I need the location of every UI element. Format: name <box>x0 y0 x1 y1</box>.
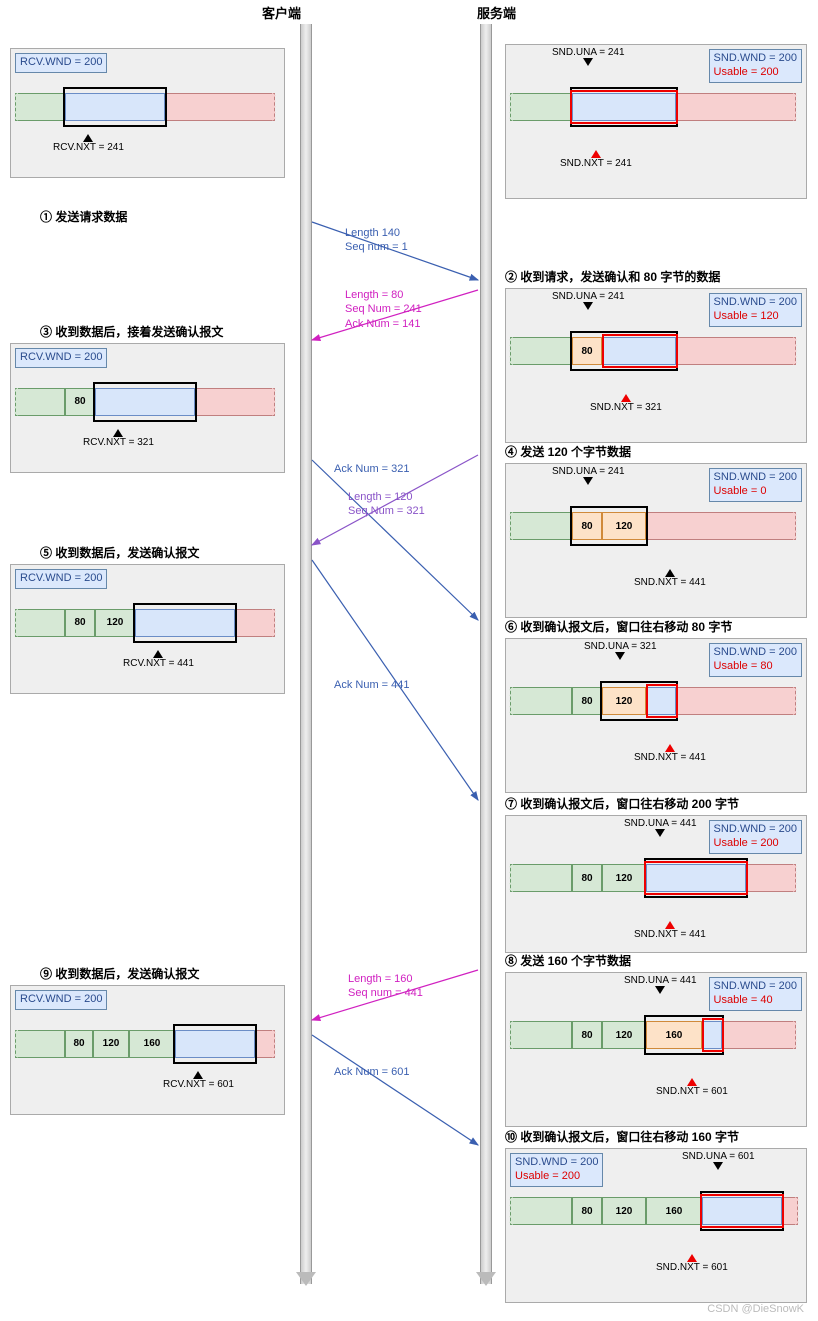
client-panel-0: RCV.WND = 200 RCV.NXT = 241 <box>10 48 285 178</box>
header-client: 客户端 <box>262 3 301 22</box>
step-8: ⑧ 发送 160 个字节数据 <box>505 952 631 969</box>
timeline-server <box>480 24 492 1284</box>
client-panel-3: RCV.WND = 200 80 RCV.NXT = 321 <box>10 343 285 473</box>
rcv-wnd-badge: RCV.WND = 200 <box>15 53 107 73</box>
step-4: ④ 发送 120 个字节数据 <box>505 443 631 460</box>
timeline-client <box>300 24 312 1284</box>
step-10: ⑩ 收到确认报文后，窗口往右移动 160 字节 <box>505 1128 739 1145</box>
diagram-canvas: 客户端 服务端 Length 140Seq num = 1 Length = 8… <box>0 0 818 1321</box>
step-3: ③ 收到数据后，接着发送确认报文 <box>40 323 223 340</box>
server-panel-10: SND.WND = 200Usable = 200 SND.UNA = 601 … <box>505 1148 807 1303</box>
server-panel-6: SND.UNA = 321 SND.WND = 200Usable = 80 8… <box>505 638 807 793</box>
step-5: ⑤ 收到数据后，发送确认报文 <box>40 544 199 561</box>
server-panel-7: SND.UNA = 441 SND.WND = 200Usable = 200 … <box>505 815 807 953</box>
server-panel-0: SND.UNA = 241 SND.WND = 200Usable = 200 … <box>505 44 807 199</box>
server-panel-2: SND.UNA = 241 SND.WND = 200Usable = 120 … <box>505 288 807 443</box>
msg3: Ack Num = 321 <box>334 462 410 476</box>
step-2: ② 收到请求，发送确认和 80 字节的数据 <box>505 268 720 285</box>
client-panel-9: RCV.WND = 200 80 120 160 RCV.NXT = 601 <box>10 985 285 1115</box>
client-panel-5: RCV.WND = 200 80 120 RCV.NXT = 441 <box>10 564 285 694</box>
server-panel-8: SND.UNA = 441 SND.WND = 200Usable = 40 8… <box>505 972 807 1127</box>
step-7: ⑦ 收到确认报文后，窗口往右移动 200 字节 <box>505 795 739 812</box>
server-panel-4: SND.UNA = 241 SND.WND = 200Usable = 0 80… <box>505 463 807 618</box>
msg2: Length = 80Seq Num = 241Ack Num = 141 <box>345 288 422 331</box>
msg9: Ack Num = 601 <box>334 1065 410 1079</box>
step-1: ① 发送请求数据 <box>40 208 127 225</box>
step-6: ⑥ 收到确认报文后，窗口往右移动 80 字节 <box>505 618 732 635</box>
watermark: CSDN @DieSnowK <box>707 1303 804 1315</box>
msg8: Length = 160Seq num = 441 <box>348 972 423 1001</box>
msg5: Ack Num = 441 <box>334 678 410 692</box>
header-server: 服务端 <box>477 3 516 22</box>
step-9: ⑨ 收到数据后，发送确认报文 <box>40 965 199 982</box>
msg1: Length 140Seq num = 1 <box>345 226 408 255</box>
msg4: Length = 120Seq Num = 321 <box>348 490 425 519</box>
